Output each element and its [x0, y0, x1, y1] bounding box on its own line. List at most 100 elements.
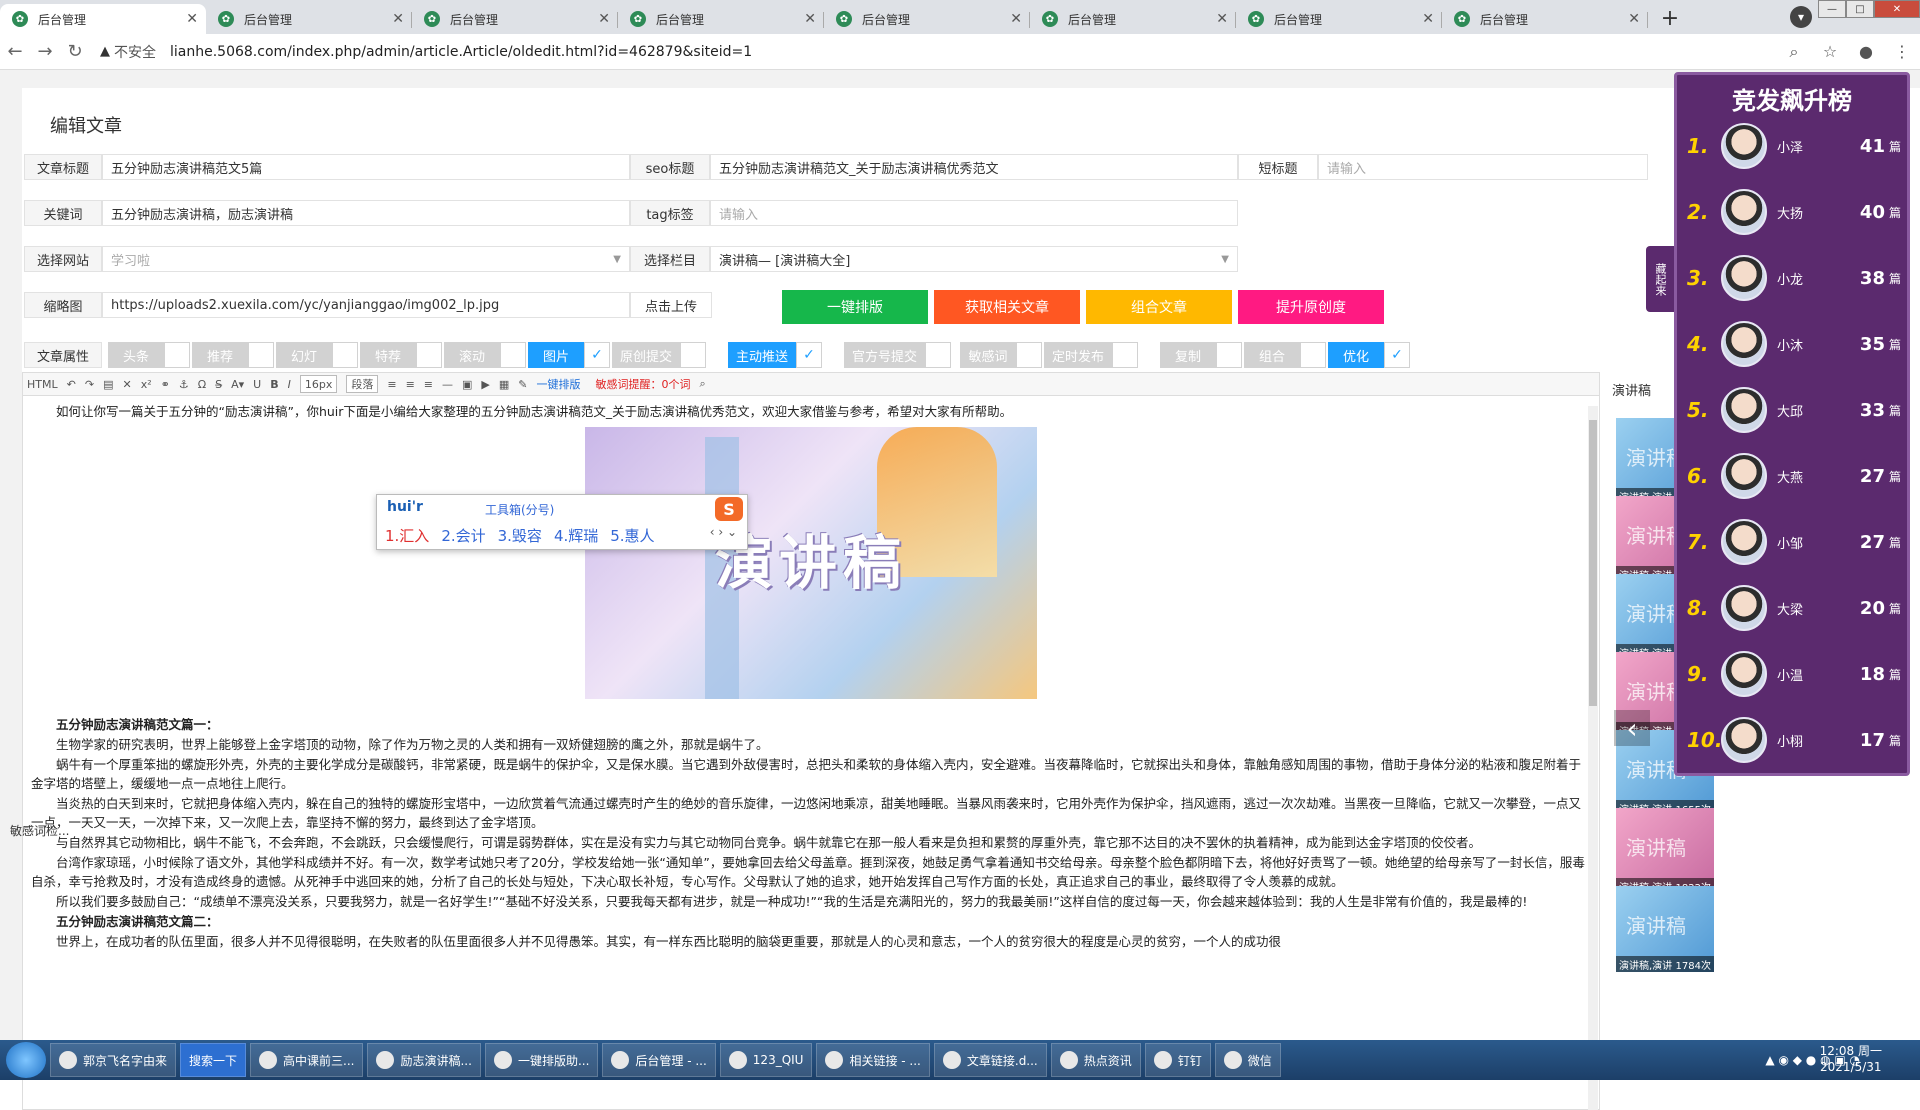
taskbar-item[interactable]: 郭京飞名字由来 — [50, 1043, 177, 1077]
superscript-icon[interactable]: x² — [141, 378, 152, 391]
taskbar-item[interactable]: 后台管理 - ... — [602, 1043, 716, 1077]
checkbox-empty[interactable] — [164, 342, 190, 368]
action-button-3[interactable]: 组合文章 — [1086, 290, 1232, 324]
url-input[interactable]: ▲ 不安全 lianhe.5068.com/index.php/admin/ar… — [90, 38, 1776, 66]
prev-arrow-icon[interactable]: ‹ — [1614, 710, 1650, 746]
checkbox-empty[interactable] — [500, 342, 526, 368]
short-title-input[interactable]: 请输入 — [1318, 154, 1648, 180]
close-window-button[interactable]: ✕ — [1874, 0, 1920, 18]
strike-icon[interactable]: S̶ — [215, 378, 222, 391]
back-button[interactable]: ← — [0, 41, 30, 62]
maximize-button[interactable]: □ — [1846, 0, 1874, 18]
scroll-thumb[interactable] — [1589, 420, 1597, 706]
table-icon[interactable]: ▦ — [499, 378, 509, 391]
zoom-icon[interactable]: ⌕ — [1776, 42, 1812, 62]
checkbox-empty[interactable] — [1112, 342, 1139, 368]
attr-toggle-14[interactable]: 优化 ✓ — [1328, 342, 1410, 368]
anchor-icon[interactable]: ⚓ — [179, 378, 189, 391]
thumbnail-url-input[interactable]: https://uploads2.xuexila.com/yc/yanjiang… — [102, 292, 630, 318]
tab-6[interactable]: ✿ 后台管理 ✕ — [1030, 4, 1236, 34]
tab-5[interactable]: ✿ 后台管理 ✕ — [824, 4, 1030, 34]
close-tab-icon[interactable]: ✕ — [1422, 11, 1434, 27]
ime-candidate[interactable]: 5.惠人 — [610, 525, 654, 546]
omega-icon[interactable]: Ω — [198, 378, 206, 391]
undo-icon[interactable]: ↶ — [67, 378, 76, 391]
attr-toggle-4[interactable]: 特荐 — [360, 342, 442, 368]
attr-toggle-1[interactable]: 头条 — [108, 342, 190, 368]
clock[interactable]: 12:08 周一 2021/5/31 — [1820, 1043, 1882, 1075]
checkbox-empty[interactable] — [925, 342, 952, 368]
profile-icon[interactable]: ● — [1848, 42, 1884, 61]
taskbar-item[interactable]: 热点资讯 — [1050, 1043, 1141, 1077]
check-icon[interactable]: ✓ — [796, 342, 823, 368]
attr-toggle-7[interactable]: 原创提交 — [612, 342, 707, 368]
action-button-2[interactable]: 获取相关文章 — [934, 290, 1080, 324]
html-icon[interactable]: HTML — [27, 378, 58, 391]
link-icon[interactable]: ⚭ — [161, 378, 170, 391]
check-icon[interactable]: ✓ — [1384, 342, 1410, 368]
tab-8[interactable]: ✿ 后台管理 ✕ — [1442, 4, 1648, 34]
title-input[interactable]: 五分钟励志演讲稿范文5篇 — [102, 154, 630, 180]
clear-format-icon[interactable]: ✕ — [122, 378, 131, 391]
site-select[interactable]: 学习啦 ▼ — [102, 246, 630, 272]
tab-7[interactable]: ✿ 后台管理 ✕ — [1236, 4, 1442, 34]
image-thumb[interactable]: 演讲稿演讲稿,演讲1822次 — [1616, 808, 1714, 894]
taskbar-item[interactable]: 钉钉 — [1144, 1043, 1211, 1077]
editor-scrollbar[interactable] — [1588, 406, 1598, 1110]
checkbox-empty[interactable] — [1016, 342, 1042, 368]
underline-icon[interactable]: U — [253, 378, 261, 391]
checkbox-empty[interactable] — [1216, 342, 1242, 368]
checkbox-empty[interactable] — [248, 342, 274, 368]
ime-toolbox[interactable]: 工具箱(分号) — [485, 501, 554, 518]
video-icon[interactable]: ▶ — [481, 378, 489, 391]
close-tab-icon[interactable]: ✕ — [1216, 11, 1228, 27]
tab-1[interactable]: ✿ 后台管理 ✕ — [0, 4, 206, 34]
attr-toggle-5[interactable]: 滚动 — [444, 342, 526, 368]
fold-tab[interactable]: 藏起来 — [1646, 246, 1674, 312]
checkbox-empty[interactable] — [1300, 342, 1326, 368]
new-tab-button[interactable]: + — [1656, 4, 1684, 32]
tab-3[interactable]: ✿ 后台管理 ✕ — [412, 4, 618, 34]
seo-title-input[interactable]: 五分钟励志演讲稿范文_关于励志演讲稿优秀范文 — [710, 154, 1238, 180]
image-thumb[interactable]: 演讲稿 演讲稿,演讲 1784次 — [1616, 886, 1714, 972]
action-button-4[interactable]: 提升原创度 — [1238, 290, 1384, 324]
tab-4[interactable]: ✿ 后台管理 ✕ — [618, 4, 824, 34]
attr-toggle-2[interactable]: 推荐 — [192, 342, 274, 368]
forward-button[interactable]: → — [30, 41, 60, 62]
article-editor[interactable]: 如何让你写一篇关于五分钟的“励志演讲稿”，你huir下面是小编给大家整理的五分钟… — [22, 396, 1600, 1110]
close-tab-icon[interactable]: ✕ — [186, 11, 198, 27]
close-tab-icon[interactable]: ✕ — [1010, 11, 1022, 27]
reload-button[interactable]: ↻ — [60, 41, 90, 62]
taskbar-item[interactable]: 相关链接 - ... — [816, 1043, 930, 1077]
ime-candidate[interactable]: 1.汇入 — [385, 525, 429, 546]
paragraph-select[interactable]: 段落 — [346, 375, 379, 393]
tag-input[interactable]: 请输入 — [710, 200, 1238, 226]
start-button[interactable] — [6, 1042, 46, 1078]
checkbox-empty[interactable] — [680, 342, 707, 368]
align-right-icon[interactable]: ≡ — [424, 378, 433, 391]
close-tab-icon[interactable]: ✕ — [804, 11, 816, 27]
font-size-select[interactable]: 16px — [299, 375, 338, 393]
attr-toggle-11[interactable]: 定时发布 — [1044, 342, 1139, 368]
taskbar-item[interactable]: 搜索一下 — [180, 1043, 247, 1077]
align-center-icon[interactable]: ≡ — [406, 378, 415, 391]
save-icon[interactable]: ▤ — [103, 378, 113, 391]
browser-menu-icon[interactable]: ▾ — [1790, 6, 1812, 28]
check-icon[interactable]: ✓ — [584, 342, 610, 368]
action-button-1[interactable]: 一键排版 — [782, 290, 928, 324]
attr-toggle-12[interactable]: 复制 — [1160, 342, 1242, 368]
attr-toggle-8[interactable]: 主动推送 ✓ — [728, 342, 823, 368]
taskbar-item[interactable]: 高中课前三... — [250, 1043, 364, 1077]
redo-icon[interactable]: ↷ — [85, 378, 94, 391]
tab-2[interactable]: ✿ 后台管理 ✕ — [206, 4, 412, 34]
close-tab-icon[interactable]: ✕ — [598, 11, 610, 27]
close-tab-icon[interactable]: ✕ — [1628, 11, 1640, 27]
keyword-input[interactable]: 五分钟励志演讲稿，励志演讲稿 — [102, 200, 630, 226]
hr-icon[interactable]: — — [442, 378, 453, 391]
checkbox-empty[interactable] — [332, 342, 358, 368]
ime-candidate[interactable]: 3.毁容 — [498, 525, 542, 546]
one-click-layout-button[interactable]: 一键排版 — [537, 376, 581, 392]
image-icon[interactable]: ▣ — [462, 378, 472, 391]
bookmark-star-icon[interactable]: ☆ — [1812, 42, 1848, 61]
taskbar-item[interactable]: 文章链接.d... — [933, 1043, 1047, 1077]
